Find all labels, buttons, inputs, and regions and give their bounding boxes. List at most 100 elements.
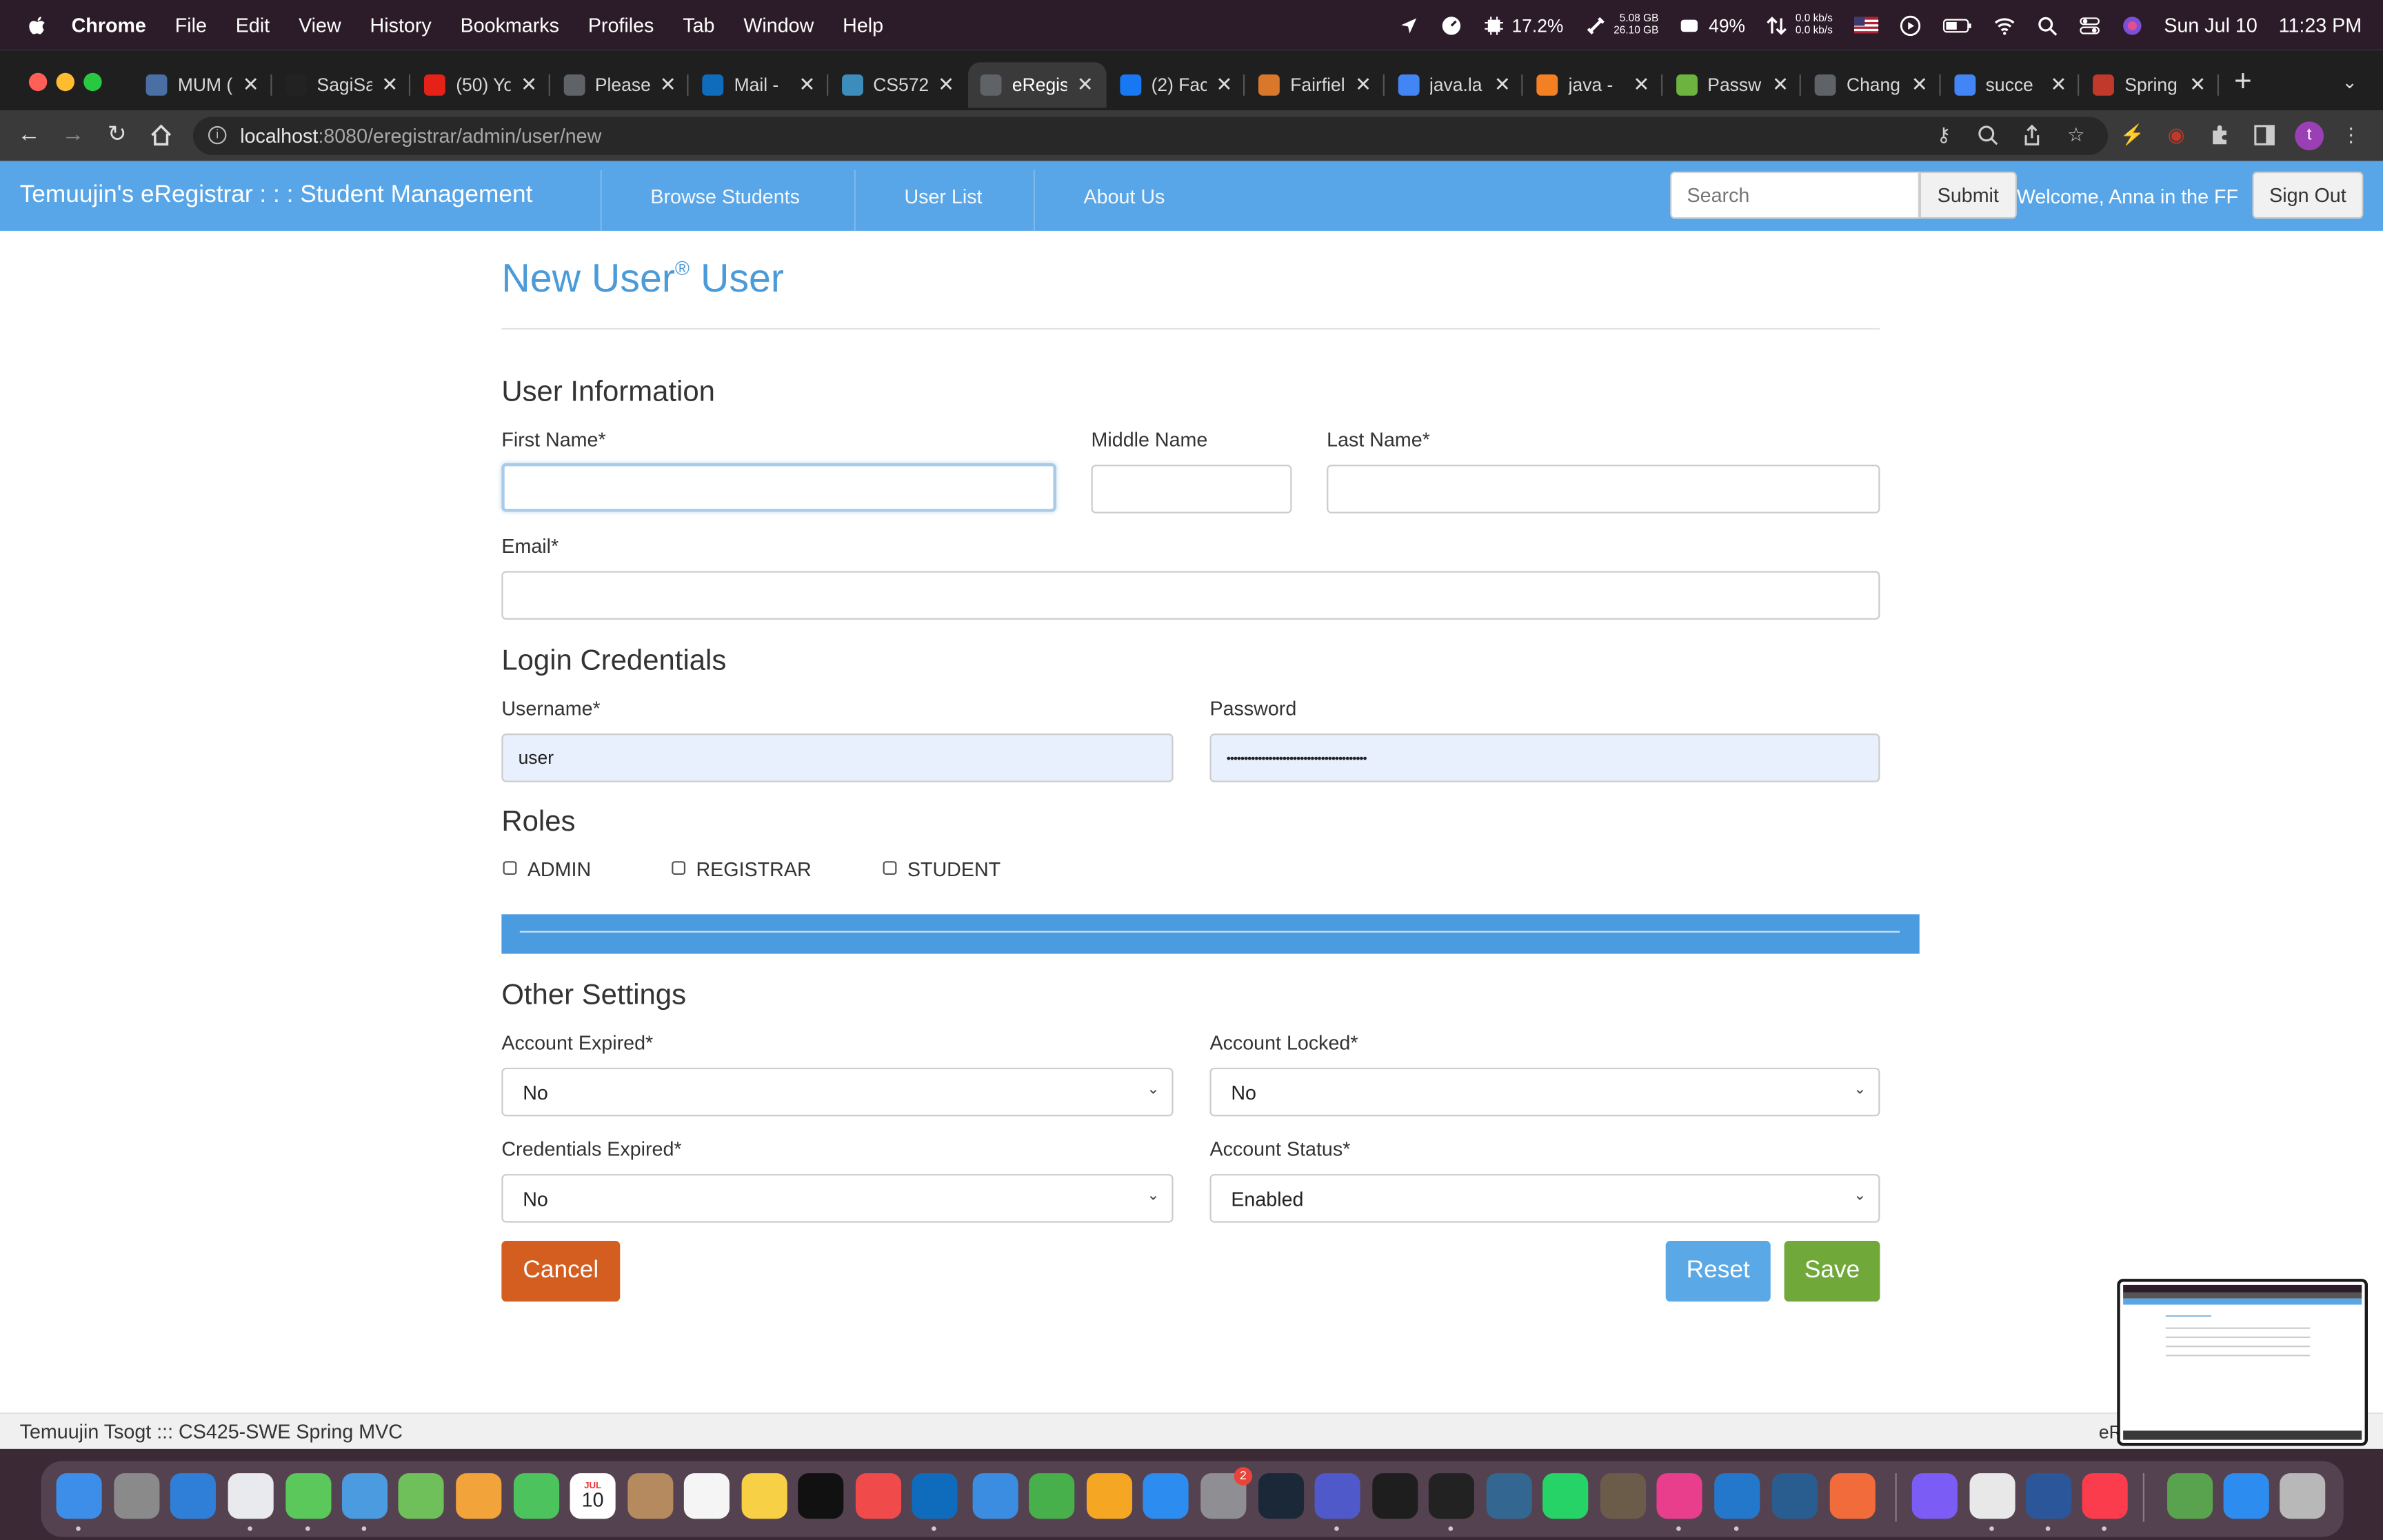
- maps-icon[interactable]: [398, 1473, 444, 1519]
- word-icon[interactable]: [2026, 1473, 2072, 1519]
- new-tab-button[interactable]: +: [2234, 65, 2252, 101]
- news-icon[interactable]: [855, 1473, 902, 1519]
- facetime-icon[interactable]: [513, 1473, 560, 1519]
- finder-icon[interactable]: [56, 1473, 102, 1519]
- browser-tab[interactable]: Mail - ✕: [690, 62, 828, 108]
- intellij-icon[interactable]: [1656, 1473, 1702, 1519]
- tab-close-icon[interactable]: ✕: [938, 73, 954, 97]
- sketch-tool-icon[interactable]: [1829, 1473, 1876, 1519]
- location-arrow-icon[interactable]: [1398, 14, 1419, 36]
- vscode-icon[interactable]: [1714, 1473, 1760, 1519]
- password-input[interactable]: ••••••••••••••••••••••••••••••••••••••••: [1209, 733, 1880, 782]
- browser-tab[interactable]: java - ✕: [1525, 62, 1662, 108]
- back-arrow-icon[interactable]: ←: [15, 121, 43, 149]
- browser-tab[interactable]: MUM (✕: [134, 62, 272, 108]
- tab-close-icon[interactable]: ✕: [798, 73, 815, 97]
- app-store-icon[interactable]: [1143, 1473, 1189, 1519]
- admin-role-checkbox[interactable]: [503, 861, 517, 875]
- numbers-icon[interactable]: [1029, 1473, 1075, 1519]
- apple-tv-icon[interactable]: [798, 1473, 844, 1519]
- reminders-icon[interactable]: [683, 1473, 730, 1519]
- tab-close-icon[interactable]: ✕: [1216, 73, 1232, 97]
- browser-tab[interactable]: CS572 ✕: [829, 62, 966, 108]
- mysql-workbench-icon[interactable]: [1771, 1473, 1818, 1519]
- browser-tab[interactable]: (2) Fac ✕: [1107, 62, 1245, 108]
- nav-user-list[interactable]: User List: [904, 185, 982, 208]
- tab-close-icon[interactable]: ✕: [1911, 73, 1928, 97]
- browser-tab[interactable]: Spring ✕: [2080, 62, 2218, 108]
- site-info-icon[interactable]: i: [208, 125, 227, 145]
- browser-tab[interactable]: eRegis ✕: [968, 62, 1106, 108]
- registrar-role-checkbox[interactable]: [672, 861, 686, 875]
- tab-close-icon[interactable]: ✕: [1633, 73, 1650, 97]
- us-flag-icon[interactable]: [1853, 17, 1878, 34]
- nav-about-us[interactable]: About Us: [1084, 185, 1165, 208]
- menubar-time[interactable]: 11:23 PM: [2279, 14, 2362, 37]
- play-circle-icon[interactable]: [1900, 14, 1921, 36]
- sign-out-button[interactable]: Sign Out: [2252, 171, 2364, 219]
- menu-view[interactable]: View: [299, 14, 341, 37]
- network-monitor[interactable]: 0.0 kb/s 0.0 kb/s: [1767, 13, 1833, 37]
- wifi-icon[interactable]: [1994, 14, 2015, 36]
- key-icon[interactable]: ⚷: [1931, 123, 1955, 147]
- tab-close-icon[interactable]: ✕: [381, 73, 398, 97]
- save-button[interactable]: Save: [1784, 1241, 1880, 1302]
- browser-tab[interactable]: Fairfiel ✕: [1246, 62, 1384, 108]
- launchpad-icon[interactable]: [114, 1473, 160, 1519]
- pycharm-icon[interactable]: [1372, 1473, 1418, 1519]
- reload-icon[interactable]: ↻: [103, 121, 131, 149]
- calendar-icon[interactable]: JUL 10: [570, 1473, 616, 1519]
- trash-icon[interactable]: [2280, 1473, 2326, 1519]
- address-bar[interactable]: i localhost:8080/eregistrar/admin/user/n…: [192, 116, 2109, 155]
- credentials-expired-select[interactable]: No ⌄: [501, 1174, 1174, 1223]
- window-zoom-button[interactable]: [83, 72, 102, 92]
- music-icon[interactable]: [2082, 1473, 2128, 1519]
- tab-close-icon[interactable]: ✕: [2051, 73, 2067, 97]
- browser-tab[interactable]: succe ✕: [1942, 62, 2080, 108]
- browser-tab[interactable]: SagiSa ✕: [273, 62, 411, 108]
- menu-tab[interactable]: Tab: [683, 14, 714, 37]
- middle-name-input[interactable]: [1091, 465, 1292, 514]
- app-brand[interactable]: Temuujin's eRegistrar : : : Student Mana…: [20, 182, 533, 210]
- tab-close-icon[interactable]: ✕: [2189, 73, 2206, 97]
- tab-search-chevron-icon[interactable]: ⌄: [2342, 72, 2357, 93]
- steam-icon[interactable]: [1258, 1473, 1305, 1519]
- bookmark-star-icon[interactable]: ☆: [2064, 123, 2088, 147]
- memory-monitor[interactable]: 5.08 GB 26.10 GB: [1585, 13, 1658, 37]
- battery-icon[interactable]: [1942, 14, 1973, 36]
- zoom-icon[interactable]: [1975, 123, 2000, 147]
- search-input[interactable]: [1670, 171, 1920, 219]
- forward-arrow-icon[interactable]: →: [59, 121, 87, 149]
- extension-record-icon[interactable]: ◉: [2164, 123, 2189, 147]
- nav-browse-students[interactable]: Browse Students: [650, 185, 800, 208]
- account-expired-select[interactable]: No ⌄: [501, 1067, 1174, 1117]
- tab-close-icon[interactable]: ✕: [243, 73, 259, 97]
- menu-history[interactable]: History: [370, 14, 432, 37]
- tab-close-icon[interactable]: ✕: [1772, 73, 1789, 97]
- keynote-icon[interactable]: [972, 1473, 1018, 1519]
- student-role-checkbox[interactable]: [883, 861, 897, 875]
- terminal-icon[interactable]: [1428, 1473, 1474, 1519]
- student-role-label[interactable]: STUDENT: [907, 858, 1001, 881]
- account-status-select[interactable]: Enabled ⌄: [1209, 1174, 1880, 1223]
- screenshot-thumbnail[interactable]: [2117, 1279, 2368, 1446]
- home-icon[interactable]: [149, 123, 173, 147]
- username-input[interactable]: [501, 733, 1174, 782]
- account-locked-select[interactable]: No ⌄: [1209, 1067, 1880, 1117]
- spotlight-search-icon[interactable]: [2036, 14, 2058, 36]
- profile-avatar[interactable]: t: [2295, 121, 2324, 151]
- tab-close-icon[interactable]: ✕: [1355, 73, 1371, 97]
- whatsapp-icon[interactable]: [1542, 1473, 1589, 1519]
- browser-tab[interactable]: (50) Yo ✕: [412, 62, 550, 108]
- photos-icon[interactable]: [456, 1473, 502, 1519]
- tab-close-icon[interactable]: ✕: [521, 73, 537, 97]
- browser-tab[interactable]: Please ✕: [551, 62, 689, 108]
- app-store-downloads-icon[interactable]: [2223, 1473, 2269, 1519]
- extensions-puzzle-icon[interactable]: [2209, 123, 2233, 147]
- admin-role-label[interactable]: ADMIN: [527, 858, 591, 881]
- tab-close-icon[interactable]: ✕: [1077, 73, 1094, 97]
- menu-profiles[interactable]: Profiles: [588, 14, 654, 37]
- notes-icon[interactable]: [741, 1473, 787, 1519]
- tab-close-icon[interactable]: ✕: [660, 73, 676, 97]
- browser-tab[interactable]: Chang ✕: [1802, 62, 1940, 108]
